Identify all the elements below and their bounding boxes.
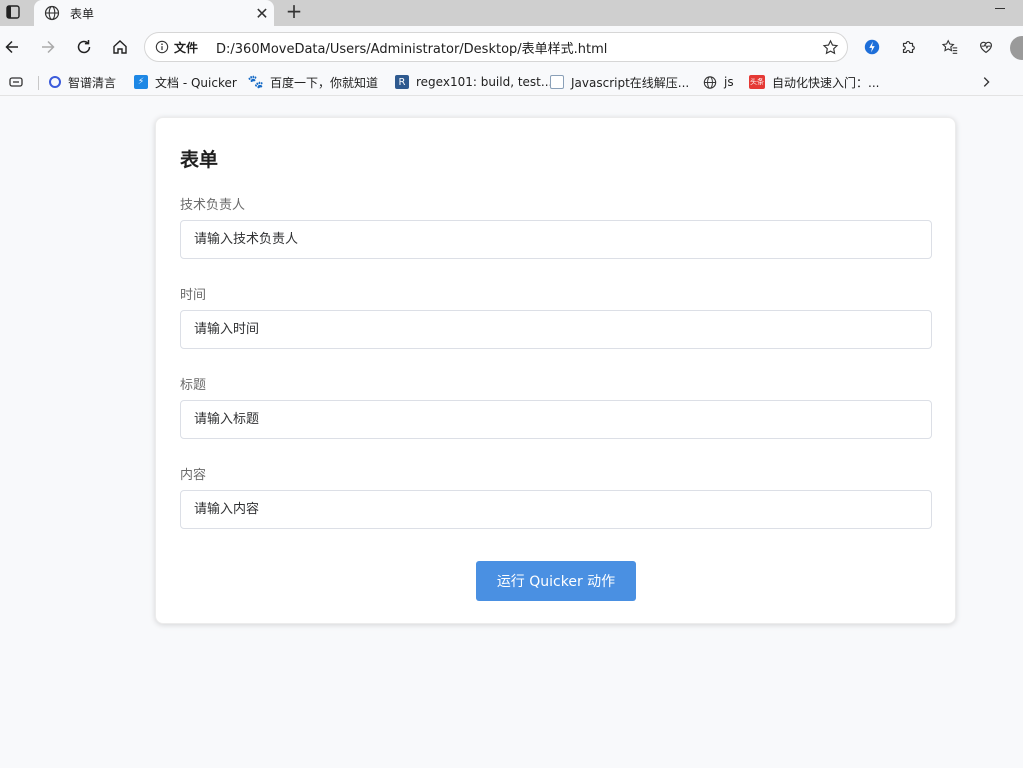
tab-title: 表单: [70, 6, 95, 21]
bookmarks-menu-icon[interactable]: [8, 72, 24, 92]
favorite-star-icon[interactable]: [821, 38, 839, 56]
bookmark-label: 自动化快速入门：...: [772, 75, 880, 90]
owner-input[interactable]: [180, 220, 932, 259]
favorites-icon[interactable]: [940, 37, 960, 57]
form-card: 表单 技术负责人 时间 标题 内容 运行 Quicker 动作: [155, 117, 956, 624]
new-tab-icon[interactable]: +: [283, 0, 305, 23]
quicker-extension-icon[interactable]: [862, 37, 882, 57]
bookmarks-bar: 智谱清言 ⚡ 文档 - Quicker 🐾 百度一下，你就知道 R regex1…: [0, 68, 1023, 96]
quicker-icon: ⚡: [134, 75, 148, 89]
bookmark-label: regex101: build, test...: [416, 75, 553, 89]
chevron-right-icon[interactable]: [978, 73, 994, 91]
forward-icon[interactable]: [38, 37, 58, 57]
url-scheme-label: 文件: [174, 40, 199, 55]
window-menu-icon[interactable]: [4, 3, 22, 21]
document-icon: [550, 75, 564, 89]
tab-active[interactable]: 表单 ✕: [34, 0, 274, 26]
back-icon[interactable]: [2, 37, 22, 57]
baidu-paw-icon: 🐾: [247, 74, 265, 90]
field-label-time: 时间: [180, 288, 207, 303]
toutiao-icon: 头条: [749, 75, 765, 89]
field-label-owner: 技术负责人: [180, 198, 246, 213]
bookmark-label: Javascript在线解压...: [571, 75, 690, 90]
close-tab-icon[interactable]: ✕: [252, 3, 272, 23]
time-input[interactable]: [180, 310, 932, 349]
extensions-puzzle-icon[interactable]: [898, 37, 918, 57]
bookmark-label: js: [724, 75, 734, 89]
bookmark-zhipu[interactable]: 智谱清言: [49, 72, 116, 92]
profile-avatar[interactable]: [1010, 36, 1023, 60]
site-info-icon[interactable]: [154, 39, 170, 55]
bookmark-baidu[interactable]: 🐾 百度一下，你就知道: [247, 72, 379, 92]
content-input[interactable]: [180, 490, 932, 529]
tab-strip: 表单 ✕ +: [0, 0, 1023, 26]
bookmarks-divider: [38, 76, 39, 90]
bookmark-automation[interactable]: 头条 自动化快速入门：...: [749, 72, 879, 92]
globe-icon: [703, 75, 717, 89]
bookmark-js[interactable]: js: [703, 72, 734, 92]
browser-essentials-heart-icon[interactable]: [976, 37, 996, 57]
run-quicker-action-button[interactable]: 运行 Quicker 动作: [476, 561, 636, 601]
address-toolbar: 文件 D:/360MoveData/Users/Administrator/De…: [0, 26, 1023, 68]
bookmark-regex101[interactable]: R regex101: build, test...: [395, 72, 552, 92]
minimize-icon[interactable]: [995, 2, 1009, 16]
title-input[interactable]: [180, 400, 932, 439]
address-bar[interactable]: 文件 D:/360MoveData/Users/Administrator/De…: [144, 32, 848, 62]
bookmark-label: 智谱清言: [68, 75, 117, 90]
bookmark-label: 百度一下，你就知道: [270, 75, 379, 90]
url-text[interactable]: D:/360MoveData/Users/Administrator/Deskt…: [216, 38, 821, 57]
home-icon[interactable]: [110, 37, 130, 57]
bookmark-js-unpack[interactable]: Javascript在线解压...: [550, 72, 689, 92]
globe-icon: [44, 5, 60, 21]
bookmark-quicker-docs[interactable]: ⚡ 文档 - Quicker: [134, 72, 237, 92]
field-label-title: 标题: [180, 378, 207, 393]
zhipu-icon: [49, 76, 61, 88]
bookmark-label: 文档 - Quicker: [155, 75, 237, 90]
form-title: 表单: [180, 149, 219, 171]
regex101-icon: R: [395, 75, 409, 89]
field-label-content: 内容: [180, 468, 207, 483]
refresh-icon[interactable]: [74, 37, 94, 57]
